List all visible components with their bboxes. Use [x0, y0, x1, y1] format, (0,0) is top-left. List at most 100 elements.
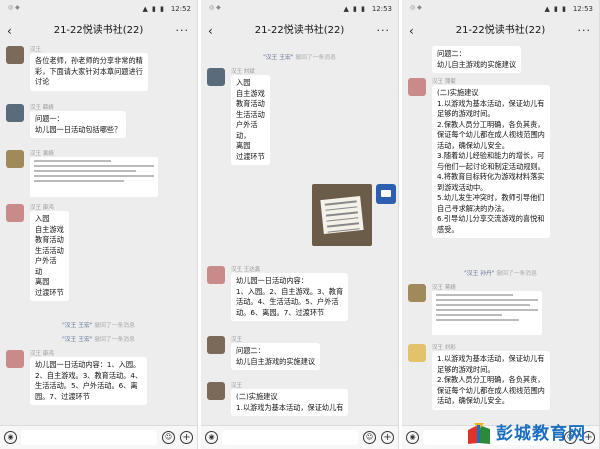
avatar[interactable]	[207, 336, 225, 354]
back-arrow-icon[interactable]: ‹	[7, 18, 12, 44]
message-bubble[interactable]: 问题一： 幼儿园一日活动包括哪些？	[30, 111, 127, 138]
avatar[interactable]	[6, 204, 24, 222]
message-bubble[interactable]: 幼儿园一日活动内容：1、入园。 2、自主游戏。3、教育活动。4、 生活活动。5、…	[30, 357, 148, 405]
avatar[interactable]	[6, 104, 24, 122]
signal-icon: ▲ ▮ ▮	[343, 5, 366, 13]
avatar[interactable]	[6, 46, 24, 64]
book-logo-icon	[468, 423, 490, 444]
back-arrow-icon[interactable]: ‹	[409, 18, 414, 44]
sender-name: 汉王 康鸿	[30, 205, 54, 211]
sender-name: 汉王 康鸿	[30, 351, 54, 357]
chat-title: 21-22悦读书社(22)	[254, 25, 345, 36]
chat-message: 汉王 问题二： 幼儿自主游戏的实施建议	[207, 336, 394, 372]
plus-icon[interactable]: +	[381, 431, 394, 444]
recall-user[interactable]: "汉王 王宏"	[62, 337, 92, 343]
recall-notice: "汉王 王宏" 撤回了一条消息	[201, 52, 398, 61]
recall-text: 撤回了一条消息	[494, 271, 537, 277]
sender-name: 汉王 薛婧	[30, 105, 54, 111]
message-input[interactable]	[21, 430, 157, 445]
phone-screen-1: ◎ ◆ ▲ ▮ ▮ 12:52 ‹ 21-22悦读书社(22) ··· 汉王 各…	[0, 0, 198, 449]
chat-message: 汉王 康鸿 幼儿园一日活动内容：1、入园。 2、自主游戏。3、教育活动。4、 生…	[6, 350, 193, 410]
avatar[interactable]	[207, 382, 225, 400]
recall-user[interactable]: "汉王 王宏"	[62, 323, 92, 329]
document-image[interactable]	[432, 291, 542, 335]
sender-name: 汉王 蒲菊	[432, 79, 456, 85]
status-icons: ◎ ◆	[209, 4, 221, 11]
avatar[interactable]	[408, 78, 426, 96]
chat-message: 汉王 各位老师，孙老师的分享非常的精 彩，下面请大家针对本章问题进行 讨论	[6, 46, 193, 94]
status-bar: ◎ ◆ ▲ ▮ ▮ 12:53	[201, 0, 398, 18]
emoji-icon[interactable]: ☺	[162, 431, 175, 444]
photo-message[interactable]	[312, 184, 372, 246]
phone-screen-2: ◎ ◆ ▲ ▮ ▮ 12:53 ‹ 21-22悦读书社(22) ··· "汉王 …	[201, 0, 399, 449]
voice-input-icon[interactable]: ◉	[205, 431, 218, 444]
status-icons: ◎ ◆	[8, 4, 20, 11]
recall-notice: "汉王 王宏" 撤回了一条消息	[0, 334, 197, 343]
voice-input-icon[interactable]: ◉	[4, 431, 17, 444]
status-bar: ◎ ◆ ▲ ▮ ▮ 12:52	[0, 0, 197, 18]
chat-message: 汉王 刘斌 入园 自主游戏 教育活动 生活活动 户外活 动， 离园 过渡环节	[207, 68, 394, 168]
avatar[interactable]	[408, 284, 426, 302]
sender-name: 汉王	[231, 383, 243, 389]
message-bubble[interactable]: 各位老师，孙老师的分享非常的精 彩，下面请大家针对本章问题进行 讨论	[30, 53, 148, 91]
recall-text: 撤回了一条消息	[92, 323, 135, 329]
chat-header: ‹ 21-22悦读书社(22) ···	[402, 18, 599, 44]
phone-screen-3: ◎ ◆ ▲ ▮ ▮ 12:53 ‹ 21-22悦读书社(22) ··· 问题二：…	[402, 0, 600, 449]
watermark: 彭城教育网	[466, 421, 594, 447]
avatar[interactable]	[6, 350, 24, 368]
back-arrow-icon[interactable]: ‹	[208, 18, 213, 44]
chat-message-list[interactable]: "汉王 王宏" 撤回了一条消息 汉王 刘斌 入园 自主游戏 教育活动 生活活动 …	[201, 44, 398, 425]
chat-message-list[interactable]: 问题二： 幼儿自主游戏的实施建议 汉王 蒲菊 (二)实施建议 1.以游戏为基本活…	[402, 44, 599, 425]
message-bubble[interactable]: (二)实施建议 1.以游戏为基本活动，保证幼儿有	[231, 389, 349, 416]
recall-user[interactable]: "汉王 王宏"	[263, 55, 293, 61]
message-bubble[interactable]: 问题二： 幼儿自主游戏的实施建议	[432, 46, 522, 73]
sender-name: 汉王 蒋婧	[432, 285, 456, 291]
file-thumbnail[interactable]	[376, 184, 396, 204]
plus-icon[interactable]: +	[180, 431, 193, 444]
signal-icon: ▲ ▮ ▮	[544, 5, 567, 13]
sender-name: 汉王	[30, 47, 42, 53]
avatar[interactable]	[207, 68, 225, 86]
chat-message-list[interactable]: 汉王 各位老师，孙老师的分享非常的精 彩，下面请大家针对本章问题进行 讨论 汉王…	[0, 44, 197, 425]
emoji-icon[interactable]: ☺	[363, 431, 376, 444]
message-bubble[interactable]: 幼儿园一日活动内容： 1、入园。2、自主游戏。3、教育 活动。4、生活活动。5、…	[231, 273, 349, 321]
sender-name: 汉王 刘斌	[231, 69, 255, 75]
avatar[interactable]	[207, 266, 225, 284]
message-input[interactable]	[222, 430, 358, 445]
message-bubble[interactable]: 问题二： 幼儿自主游戏的实施建议	[231, 343, 321, 370]
photo-paper	[320, 196, 364, 234]
screenshot-collage: ◎ ◆ ▲ ▮ ▮ 12:52 ‹ 21-22悦读书社(22) ··· 汉王 各…	[0, 0, 600, 449]
message-bubble[interactable]: (二)实施建议 1.以游戏为基本活动，保证幼儿有 足够的游戏时间。 2.保教人员…	[432, 85, 550, 238]
watermark-text: 彭城教育网	[496, 424, 586, 444]
message-bubble[interactable]: 入园 自主游戏 教育活动 生活活动 户外活 动， 离园 过渡环节	[231, 75, 270, 165]
chat-message: 汉王 王达鑫 幼儿园一日活动内容： 1、入园。2、自主游戏。3、教育 活动。4、…	[207, 266, 394, 332]
status-bar: ◎ ◆ ▲ ▮ ▮ 12:53	[402, 0, 599, 18]
status-time: 12:52	[170, 5, 191, 13]
chat-message: 汉王 (二)实施建议 1.以游戏为基本活动，保证幼儿有	[207, 382, 394, 422]
message-bubble[interactable]: 入园 自主游戏 教育活动 生活活动 户外活 动 离园 过渡环节	[30, 211, 69, 301]
chat-title: 21-22悦读书社(22)	[455, 25, 546, 36]
chat-header: ‹ 21-22悦读书社(22) ···	[0, 18, 197, 44]
sender-name: 汉王 袁婧	[30, 151, 54, 157]
chat-message: 问题二： 幼儿自主游戏的实施建议	[408, 44, 595, 74]
chat-input-bar: ◉ ☺ +	[0, 425, 197, 449]
status-icons: ◎ ◆	[410, 4, 422, 11]
signal-icon: ▲ ▮ ▮	[142, 5, 165, 13]
voice-input-icon[interactable]: ◉	[406, 431, 419, 444]
recall-notice: "汉王 王宏" 撤回了一条消息	[0, 320, 197, 329]
status-time: 12:53	[572, 5, 593, 13]
chat-input-bar: ◉ ☺ +	[201, 425, 398, 449]
more-options-icon[interactable]: ···	[176, 18, 190, 44]
avatar[interactable]	[408, 344, 426, 362]
sender-name: 汉王 王达鑫	[231, 267, 261, 273]
chat-message: 汉王 刘彩 1.以游戏为基本活动，保证幼儿有 足够的游戏时间。 2.保教人员分工…	[408, 344, 595, 424]
message-bubble[interactable]: 1.以游戏为基本活动，保证幼儿有 足够的游戏时间。 2.保教人员分工明确，各负其…	[432, 351, 550, 410]
document-image[interactable]	[30, 157, 158, 197]
more-options-icon[interactable]: ···	[578, 18, 592, 44]
avatar[interactable]	[6, 150, 24, 168]
recall-user[interactable]: "汉王 孙丹"	[464, 271, 494, 277]
sender-name: 汉王	[231, 337, 243, 343]
chat-message: 汉王 蒲菊 (二)实施建议 1.以游戏为基本活动，保证幼儿有 足够的游戏时间。 …	[408, 78, 595, 268]
more-options-icon[interactable]: ···	[377, 18, 391, 44]
sender-name: 汉王 刘彩	[432, 345, 456, 351]
